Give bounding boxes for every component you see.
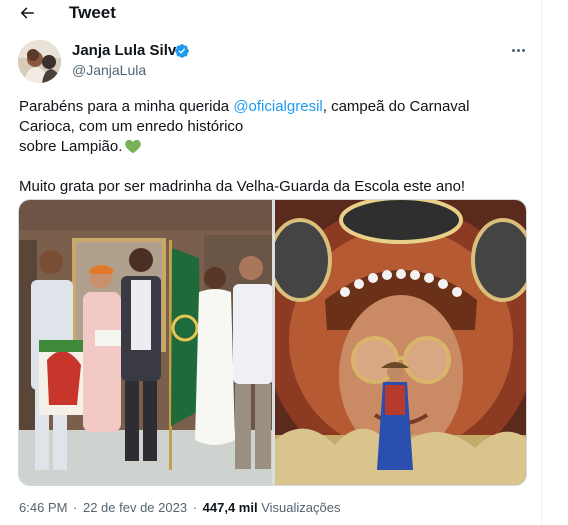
page-title: Tweet (69, 3, 116, 22)
back-button[interactable] (14, 2, 40, 24)
page-header: Tweet (0, 0, 541, 28)
avatar[interactable] (18, 40, 61, 83)
photo-carnival-float[interactable] (275, 200, 526, 485)
tweet-meta: 6:46 PM · 22 de fev de 2023 · 447,4 mil … (19, 500, 341, 515)
tweet-text: Parabéns para a minha querida @oficialgr… (19, 98, 470, 195)
author-name[interactable]: Janja Lula Silva (72, 42, 185, 59)
tweet-media (18, 199, 527, 486)
mention-link[interactable]: @oficialgresil (233, 98, 322, 115)
column-divider (541, 0, 542, 525)
tweet-date[interactable]: 22 de fev de 2023 (83, 500, 187, 515)
main-column: Tweet Janja Lula Silva @JanjaLula Parabé… (0, 0, 542, 525)
more-dots-icon (511, 48, 515, 52)
arrow-left-icon (20, 7, 34, 19)
views-count: 447,4 mil (202, 500, 258, 515)
green-heart-icon (125, 139, 142, 154)
more-options-button[interactable] (507, 42, 529, 58)
photo-group[interactable] (19, 200, 272, 485)
views-label: Visualizações (261, 500, 341, 515)
tweet-time[interactable]: 6:46 PM (19, 500, 67, 515)
verified-badge-icon (175, 44, 189, 58)
author-handle[interactable]: @JanjaLula (72, 62, 146, 78)
